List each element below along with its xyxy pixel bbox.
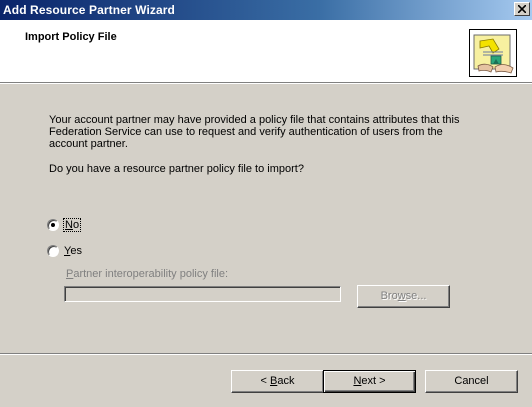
back-button[interactable]: < Back: [231, 370, 324, 393]
policy-file-label-rest: artner interoperability policy file:: [73, 268, 229, 280]
policy-wizard-icon: [469, 29, 517, 77]
policy-file-input[interactable]: [64, 286, 341, 302]
browse-post: se...: [405, 290, 427, 302]
radio-no-button[interactable]: [47, 219, 59, 231]
description-text: Your account partner may have provided a…: [49, 114, 460, 150]
radio-yes-label[interactable]: Yes: [64, 245, 82, 257]
title-bar[interactable]: Add Resource Partner Wizard: [0, 0, 532, 20]
radio-no-mnemonic: N: [65, 219, 73, 231]
next-button[interactable]: Next >: [323, 370, 416, 393]
browse-button[interactable]: Browse...: [357, 285, 450, 308]
radio-yes-button[interactable]: [47, 245, 59, 257]
next-rest: ext >: [361, 375, 386, 387]
wizard-window: Add Resource Partner Wizard Import Polic…: [0, 0, 532, 407]
policy-file-label: Partner interoperability policy file:: [66, 268, 228, 280]
browse-mnemonic: w: [397, 290, 406, 302]
back-prefix: <: [260, 375, 270, 387]
browse-pre: Bro: [380, 290, 398, 302]
close-button[interactable]: [514, 2, 530, 16]
window-title: Add Resource Partner Wizard: [3, 3, 175, 17]
radio-no-rest: o: [72, 219, 80, 231]
footer-separator-highlight: [0, 354, 532, 355]
wizard-header: Import Policy File: [0, 20, 532, 82]
page-title: Import Policy File: [25, 31, 117, 43]
radio-yes-rest: es: [70, 245, 82, 257]
close-icon: [518, 5, 526, 13]
back-rest: ack: [277, 375, 295, 387]
cancel-button[interactable]: Cancel: [425, 370, 518, 393]
question-text: Do you have a resource partner policy fi…: [49, 163, 304, 175]
radio-no-label[interactable]: No: [62, 218, 82, 232]
header-separator-highlight: [0, 83, 532, 84]
